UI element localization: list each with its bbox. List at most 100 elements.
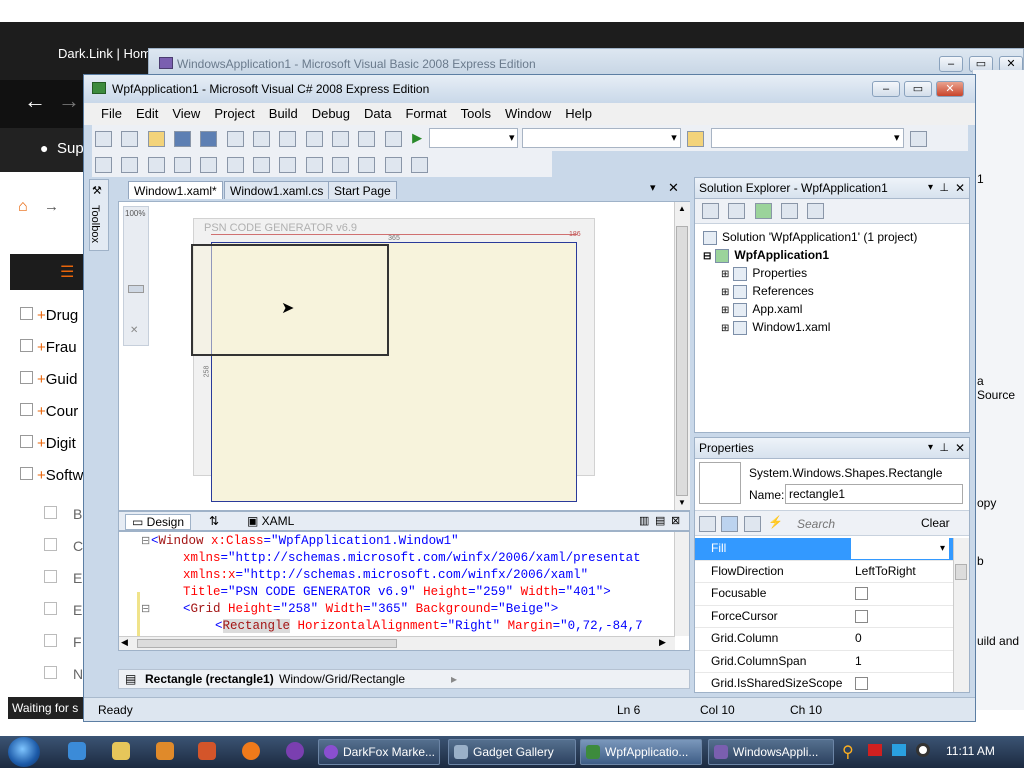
property-row[interactable]: Grid.Column 0 [695, 628, 953, 651]
view-code-icon[interactable] [781, 203, 799, 219]
tree-item[interactable]: ⊞ Window1.xaml [703, 318, 969, 336]
uncomment-icon[interactable] [279, 157, 297, 173]
start-debugging-icon[interactable]: ▶ [412, 130, 422, 146]
tab-window1-xaml-cs[interactable]: Window1.xaml.cs [224, 181, 330, 199]
collapse-pane-icon[interactable]: ⊠ [671, 514, 680, 527]
refresh-tree-icon[interactable] [754, 203, 772, 219]
categorized-icon[interactable] [699, 516, 716, 532]
property-pages-icon[interactable] [743, 516, 761, 532]
maximize-button[interactable]: ▭ [904, 81, 932, 97]
tree-item[interactable]: ⊞ App.xaml [703, 300, 969, 318]
collapse-grid-icon[interactable]: ⊟ [141, 602, 150, 615]
back-arrow-icon[interactable]: ← [24, 88, 46, 114]
property-row[interactable]: ForceCursor [695, 606, 953, 628]
tab-start-page[interactable]: Start Page [328, 181, 397, 199]
forward-arrow-icon[interactable]: → [58, 88, 80, 114]
checkbox-icon[interactable] [44, 506, 57, 519]
firefox-icon[interactable] [242, 742, 260, 760]
save-all-icon[interactable] [200, 131, 218, 147]
tree-item[interactable]: ⊞ References [703, 282, 969, 300]
copy-icon[interactable] [253, 131, 271, 147]
menu-file[interactable]: File [94, 103, 129, 125]
checkbox-icon[interactable] [44, 538, 57, 551]
property-scroll-thumb[interactable] [955, 564, 967, 580]
properties-icon[interactable] [702, 203, 719, 219]
save-icon[interactable] [174, 131, 192, 147]
window-titlebar[interactable]: WpfApplication1 - Microsoft Visual C# 20… [84, 75, 975, 103]
view-designer-icon[interactable] [807, 203, 825, 219]
property-checkbox[interactable] [855, 587, 868, 600]
properties-pin-icon[interactable]: ⊥ [939, 438, 949, 458]
menu-data[interactable]: Data [357, 103, 398, 125]
start-button[interactable] [8, 737, 40, 767]
prev-bookmark-icon[interactable] [332, 157, 350, 173]
category-item[interactable]: +Softw [20, 460, 90, 492]
split-vertical-icon[interactable]: ▥ [639, 514, 649, 527]
xaml-vertical-scrollbar[interactable] [674, 532, 689, 636]
tor-browser-icon[interactable] [286, 742, 304, 760]
checkbox-icon[interactable] [44, 602, 57, 615]
property-search-input[interactable] [795, 514, 909, 534]
toolbox-tab[interactable]: ⚒ Toolbox [89, 179, 109, 251]
show-all-files-icon[interactable] [728, 203, 746, 219]
taskbar-wpfapplication[interactable]: WpfApplicatio... [580, 739, 702, 765]
scroll-left-icon[interactable]: ◀ [121, 637, 128, 648]
menu-project[interactable]: Project [207, 103, 261, 125]
media-player-icon[interactable] [156, 742, 174, 760]
refresh-icon[interactable] [411, 157, 429, 173]
minimize-button[interactable]: – [872, 81, 900, 97]
category-item[interactable]: +Guid [20, 364, 90, 396]
category-item[interactable]: +Drug [20, 300, 90, 332]
design-view-tab[interactable]: ▭ Design [125, 514, 192, 530]
breadcrumb-current[interactable]: Rectangle (rectangle1) [145, 670, 274, 688]
redo-icon[interactable] [332, 131, 350, 147]
tab-list-icon[interactable]: ▾ [650, 181, 656, 194]
category-item[interactable]: +Digit [20, 428, 90, 460]
configuration-combo[interactable]: ▾ [429, 128, 519, 148]
category-item[interactable]: +Frau [20, 332, 90, 364]
swap-panes-icon[interactable]: ⇅ [209, 514, 219, 528]
checkbox-icon[interactable] [20, 339, 33, 352]
xaml-horizontal-scrollbar[interactable]: ◀ ▶ [119, 636, 675, 650]
h-scroll-thumb[interactable] [137, 639, 397, 648]
network-tray-icon[interactable] [892, 744, 906, 756]
property-value[interactable]: LeftToRight [855, 561, 916, 582]
property-row[interactable]: FlowDirection LeftToRight [695, 561, 953, 583]
outdent-icon[interactable] [226, 157, 244, 173]
volume-tray-icon[interactable] [916, 743, 930, 757]
undo-icon[interactable] [305, 131, 323, 147]
taskbar-darkfox[interactable]: DarkFox Marke... [318, 739, 440, 765]
property-value[interactable]: 0 [855, 628, 862, 649]
open-icon[interactable] [147, 131, 165, 147]
menu-window[interactable]: Window [498, 103, 558, 125]
align-center-icon[interactable] [121, 157, 139, 173]
properties-header[interactable]: Properties ▾ ⊥ ✕ [695, 438, 969, 459]
split-horizontal-icon[interactable]: ▤ [655, 514, 665, 527]
fit-icon[interactable]: ✕ [130, 325, 138, 336]
collapse-window-icon[interactable]: ⊟ [141, 534, 150, 547]
scroll-down-icon[interactable]: ▼ [678, 498, 686, 507]
expand-icon[interactable]: ⊞ [721, 323, 729, 334]
checkbox-icon[interactable] [44, 634, 57, 647]
navigate-icon[interactable] [358, 131, 376, 147]
support-link[interactable]: Sup [57, 140, 84, 157]
add-item-icon[interactable] [121, 131, 139, 147]
text-size-icon[interactable] [174, 157, 192, 173]
breadcrumb-more-icon[interactable]: ▸ [451, 670, 457, 688]
home-icon[interactable]: ⌂ [18, 198, 28, 216]
scroll-thumb[interactable] [676, 226, 688, 496]
close-document-icon[interactable]: ✕ [668, 180, 679, 196]
events-icon[interactable]: ⚡ [768, 515, 783, 529]
cut-icon[interactable] [226, 131, 244, 147]
expand-icon[interactable]: ⊞ [721, 305, 729, 316]
tree-item[interactable]: ⊞ Properties [703, 264, 969, 282]
app-shortcut-icon[interactable] [198, 742, 216, 760]
property-scrollbar[interactable] [953, 538, 969, 692]
flag-tray-icon[interactable] [868, 744, 882, 756]
vb-minimize-button[interactable]: – [939, 56, 963, 72]
find-icon[interactable] [384, 131, 402, 147]
clear-bookmarks-icon[interactable] [384, 157, 402, 173]
menu-view[interactable]: View [165, 103, 207, 125]
solution-explorer-icon[interactable] [909, 131, 927, 147]
taskbar-gadget-gallery[interactable]: Gadget Gallery [448, 739, 576, 765]
